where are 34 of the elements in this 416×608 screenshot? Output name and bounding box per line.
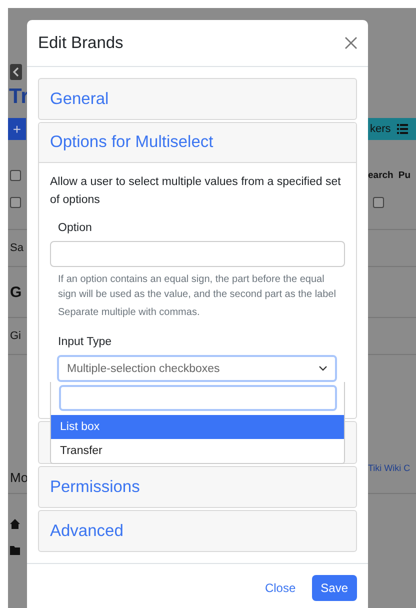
page-title: Tr: [8, 85, 29, 109]
list-icon: [396, 124, 408, 134]
field-label: Input Type: [57, 336, 112, 348]
home-icon[interactable]: [10, 519, 20, 529]
chevron-left-icon: [12, 67, 20, 77]
add-button[interactable]: +: [8, 118, 26, 140]
dropdown-option[interactable]: Transfer: [51, 439, 344, 463]
section-heading: G: [9, 284, 22, 300]
folder-icon[interactable]: [10, 546, 20, 554]
field-label: Option: [57, 222, 93, 234]
search-field[interactable]: [59, 385, 337, 411]
table-cell-text: Gi: [9, 330, 21, 342]
help-text: Separate multiple with commas.: [58, 306, 201, 320]
dropdown-option[interactable]: List box: [51, 415, 344, 439]
help-text: If an option contains an equal sign, the part before the equal sign will be used as the value, and the second part as the label: [58, 273, 337, 302]
option-field[interactable]: [50, 241, 345, 267]
chevron-down-icon: [319, 366, 327, 371]
checkbox[interactable]: [10, 196, 21, 208]
back-button[interactable]: [10, 64, 22, 80]
table-cell-text: Sa: [9, 242, 24, 254]
toolbar-button[interactable]: kers: [368, 118, 416, 140]
dialog-title: Edit Brands: [38, 34, 124, 52]
input-type-select[interactable]: Multiple-selection checkboxes: [57, 355, 337, 382]
close-icon[interactable]: [345, 37, 357, 49]
column-header: earch: [368, 170, 394, 180]
checkbox[interactable]: [10, 170, 21, 180]
checkbox[interactable]: [373, 196, 384, 208]
menu-heading: Mo: [9, 470, 28, 485]
close-button[interactable]: Close: [260, 575, 300, 601]
section-description: Allow a user to select multiple values from a specified set of options: [50, 175, 342, 208]
column-header: Pu: [398, 170, 410, 180]
accordion-header[interactable]: Options for Multiselect: [39, 123, 356, 163]
footer-link[interactable]: Tiki Wiki C: [368, 463, 416, 473]
save-button[interactable]: Save: [312, 575, 357, 601]
